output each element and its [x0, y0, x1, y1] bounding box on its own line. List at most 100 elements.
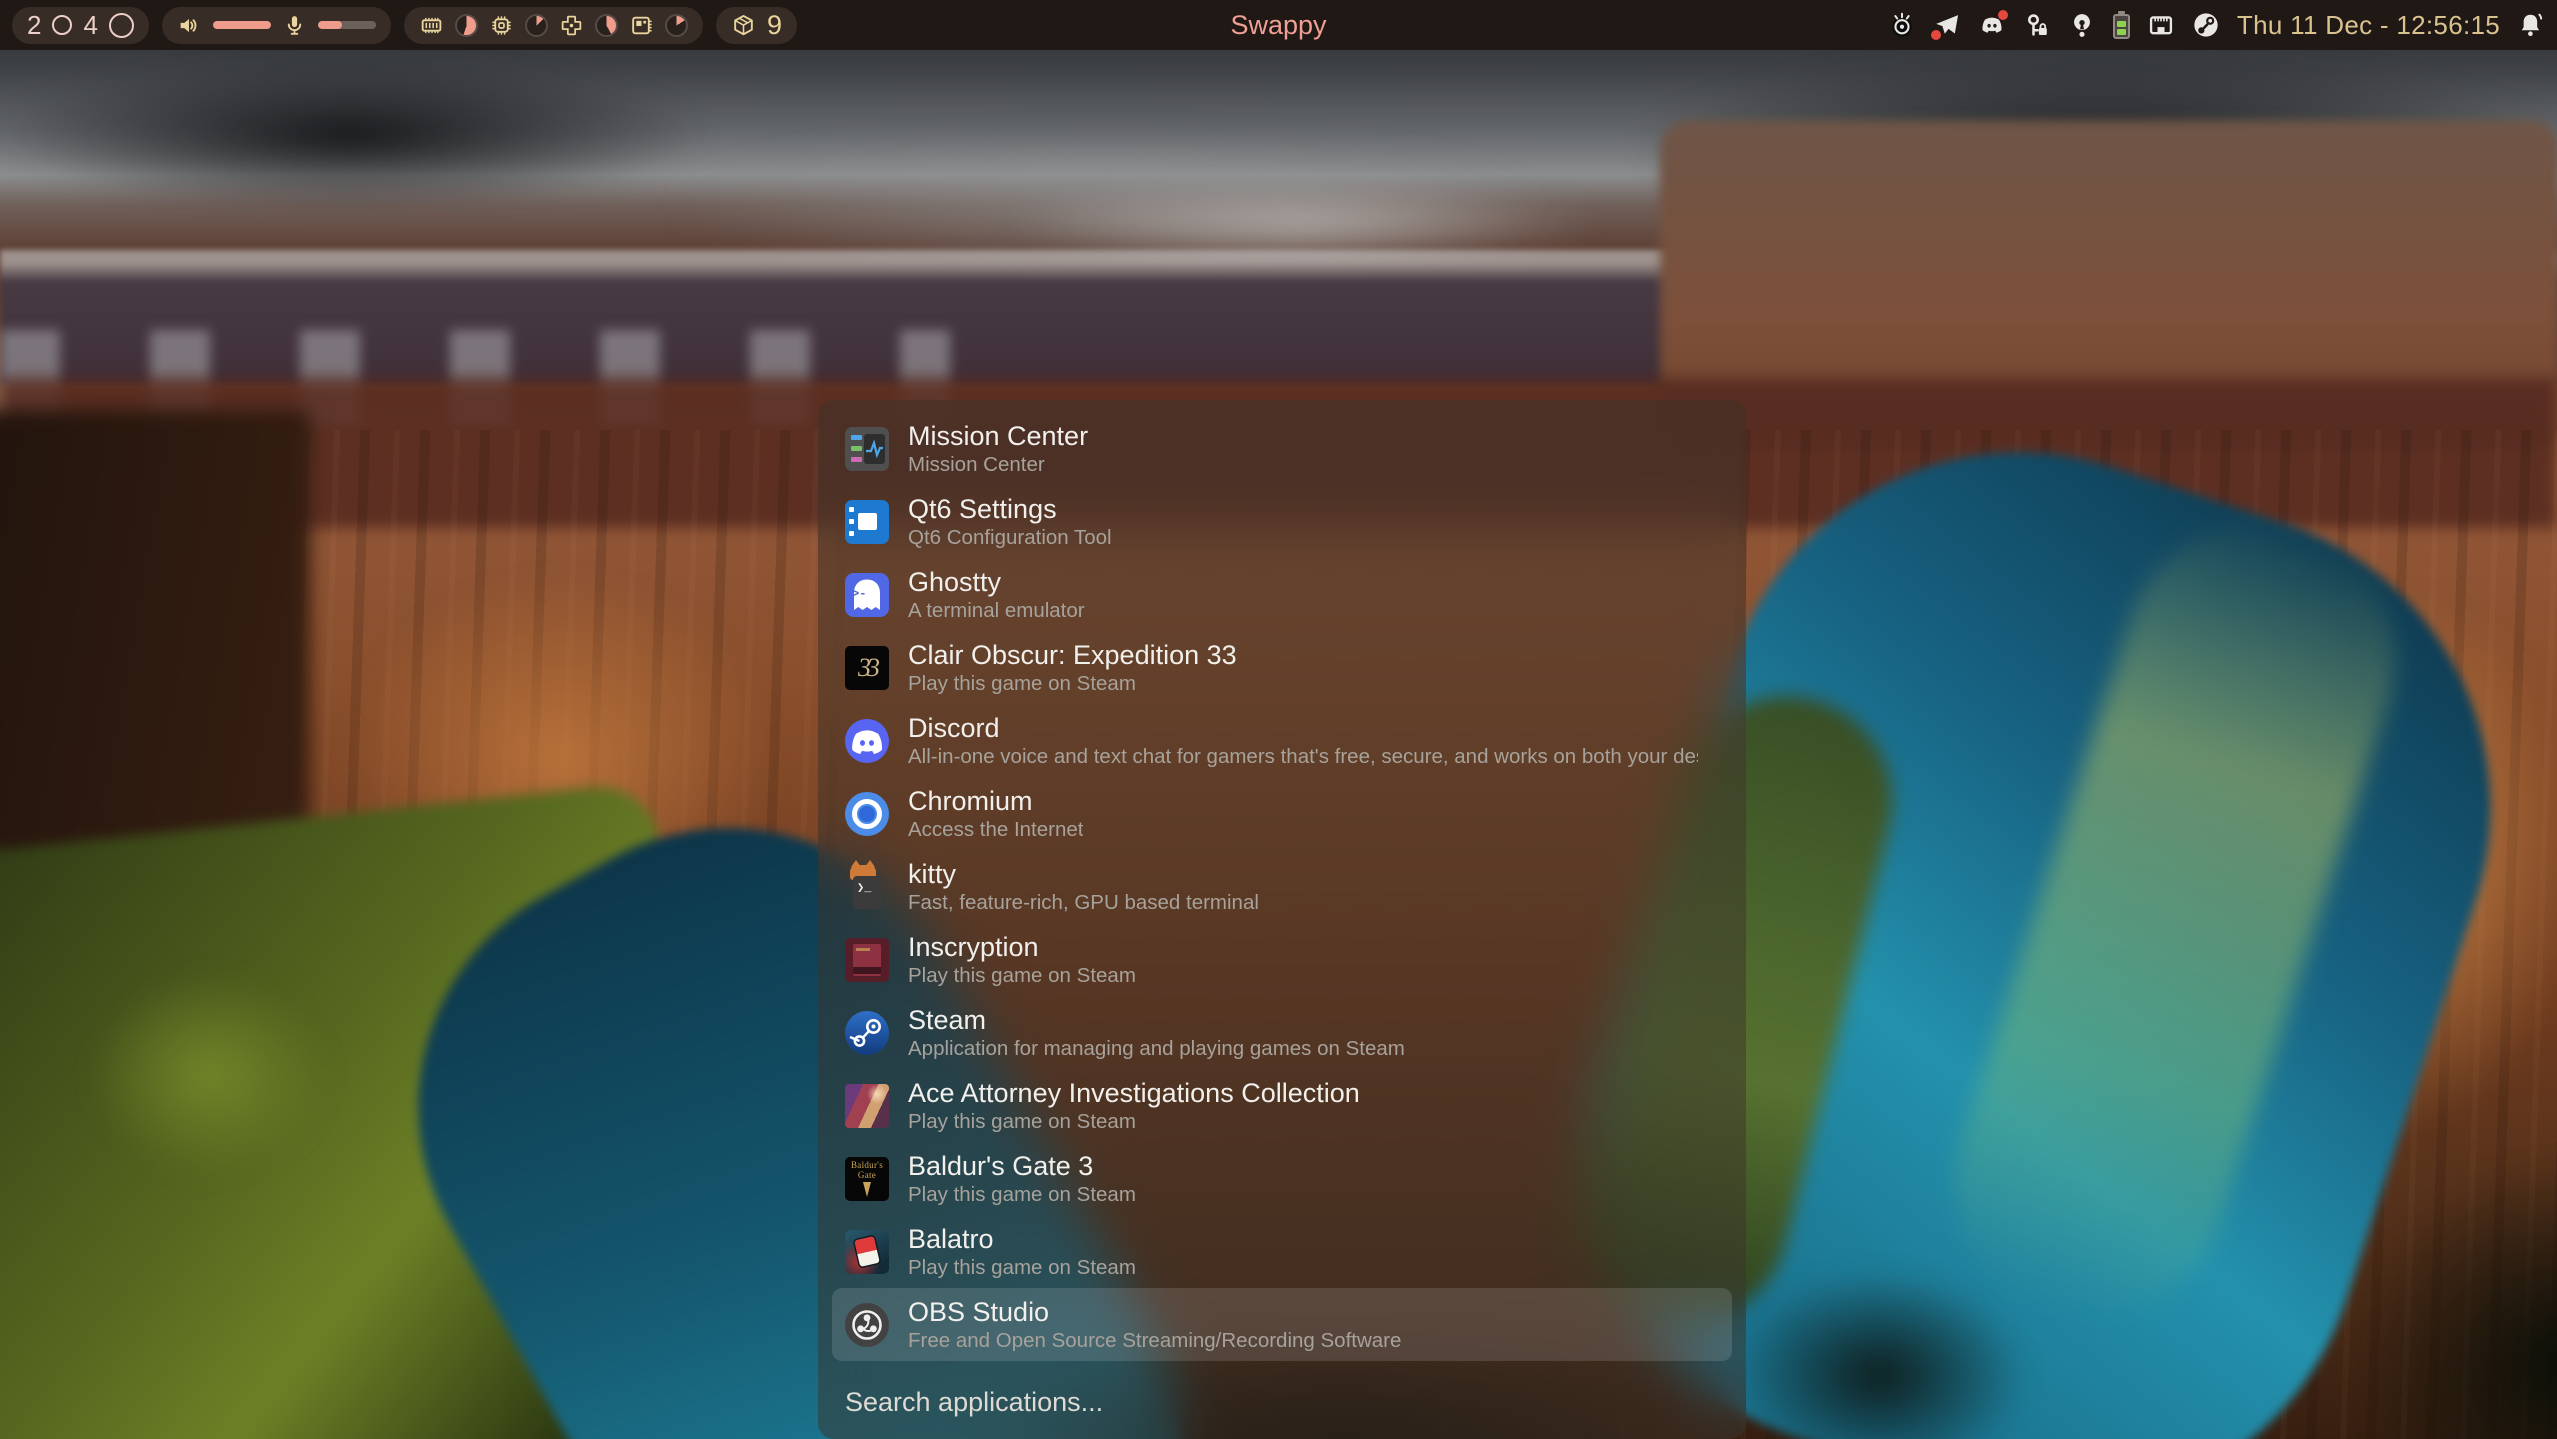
audio-pill — [162, 7, 391, 44]
app-description: Play this game on Steam — [908, 1182, 1136, 1207]
app-name: Qt6 Settings — [908, 493, 1112, 525]
app-name: Clair Obscur: Expedition 33 — [908, 639, 1237, 671]
steam-icon — [845, 1011, 889, 1055]
baldurs-gate-3-icon: Baldur's Gate — [845, 1157, 889, 1201]
app-description: Free and Open Source Streaming/Recording… — [908, 1328, 1401, 1353]
package-icon — [731, 13, 756, 38]
volume-slider-fill — [213, 21, 271, 29]
keepassxc-tray-icon[interactable] — [2023, 11, 2051, 39]
kitty-prompt-glyph: ❯_ — [857, 880, 871, 895]
ghostty-prompt-glyph: >- — [852, 587, 866, 601]
discord-tray-icon[interactable] — [1978, 11, 2006, 39]
volume-slider[interactable] — [213, 21, 271, 29]
workspace-active-dot-icon[interactable] — [109, 13, 134, 38]
telegram-notification-dot — [1931, 30, 1941, 40]
steelseries-tray-icon[interactable] — [1888, 11, 1916, 39]
mic-slider-fill — [318, 21, 342, 29]
kitty-icon: ❯_ — [845, 865, 889, 909]
app-description: Play this game on Steam — [908, 1255, 1136, 1280]
app-row-balatro[interactable]: Balatro Play this game on Steam — [832, 1215, 1732, 1288]
notifications-bell-icon[interactable] — [2517, 11, 2545, 39]
app-name: Balatro — [908, 1223, 1136, 1255]
telegram-tray-icon[interactable] — [1933, 11, 1961, 39]
cpu-usage-pie[interactable] — [525, 14, 548, 37]
bg3-title-glyph: Baldur's Gate — [845, 1160, 889, 1180]
updates-pill[interactable]: 9 — [716, 7, 797, 44]
clair-obscur-33-glyph: 33 — [858, 653, 876, 683]
app-name: Baldur's Gate 3 — [908, 1150, 1136, 1182]
balatro-icon — [845, 1230, 889, 1274]
search-input[interactable]: Search applications... — [845, 1387, 1746, 1418]
app-row-mission-center[interactable]: Mission Center Mission Center — [832, 412, 1732, 485]
ethernet-tray-icon[interactable] — [2147, 11, 2175, 39]
app-description: A terminal emulator — [908, 598, 1085, 623]
discord-icon — [845, 719, 889, 763]
workspace-2[interactable]: 2 — [27, 12, 41, 38]
app-row-baldurs-gate-3[interactable]: Baldur's Gate Baldur's Gate 3 Play this … — [832, 1142, 1732, 1215]
inscryption-icon — [845, 938, 889, 982]
bar-right-cluster: Thu 11 Dec - 12:56:15 — [1888, 10, 2545, 41]
app-name: Ace Attorney Investigations Collection — [908, 1077, 1360, 1109]
bar-left-cluster: 2 4 — [12, 7, 797, 44]
app-description: Mission Center — [908, 452, 1088, 477]
app-row-clair-obscur[interactable]: 33 Clair Obscur: Expedition 33 Play this… — [832, 631, 1732, 704]
app-description: Qt6 Configuration Tool — [908, 525, 1112, 550]
app-description: Access the Internet — [908, 817, 1083, 842]
app-row-steam[interactable]: Steam Application for managing and playi… — [832, 996, 1732, 1069]
system-monitor-pill — [404, 7, 703, 44]
steam-tray-icon[interactable] — [2192, 11, 2220, 39]
ace-attorney-icon — [845, 1084, 889, 1128]
obs-studio-icon — [845, 1303, 889, 1347]
desktop: 2 4 — [0, 0, 2557, 1439]
clock[interactable]: Thu 11 Dec - 12:56:15 — [2237, 10, 2500, 41]
wallpaper-green-patch — [50, 940, 370, 1210]
ghostty-icon: >- — [845, 573, 889, 617]
focused-window-title: Swappy — [1230, 10, 1326, 41]
disk-icon[interactable] — [629, 13, 654, 38]
mic-slider[interactable] — [318, 21, 376, 29]
microphone-icon[interactable] — [282, 13, 307, 38]
app-name: Ghostty — [908, 566, 1085, 598]
app-description: Play this game on Steam — [908, 1109, 1360, 1134]
clair-obscur-icon: 33 — [845, 646, 889, 690]
app-name: Inscryption — [908, 931, 1136, 963]
app-description: Play this game on Steam — [908, 963, 1136, 988]
app-description: Fast, feature-rich, GPU based terminal — [908, 890, 1259, 915]
top-bar: 2 4 — [0, 0, 2557, 50]
app-name: OBS Studio — [908, 1296, 1401, 1328]
app-row-inscryption[interactable]: Inscryption Play this game on Steam — [832, 923, 1732, 996]
speaker-icon[interactable] — [177, 13, 202, 38]
chromium-icon — [845, 792, 889, 836]
memory-usage-pie[interactable] — [455, 14, 478, 37]
app-row-ace-attorney[interactable]: Ace Attorney Investigations Collection P… — [832, 1069, 1732, 1142]
app-row-obs-studio[interactable]: OBS Studio Free and Open Source Streamin… — [832, 1288, 1732, 1361]
battery-indicator[interactable] — [2113, 14, 2130, 39]
wallpaper-bottom-right-shadow — [2300, 1100, 2557, 1439]
disk-usage-pie[interactable] — [665, 14, 688, 37]
app-name: Discord — [908, 712, 1698, 744]
mission-center-icon — [845, 427, 889, 471]
app-name: kitty — [908, 858, 1259, 890]
app-launcher-panel: Mission Center Mission Center Qt6 Settin… — [818, 400, 1746, 1439]
workspace-4[interactable]: 4 — [83, 12, 97, 38]
app-row-ghostty[interactable]: >- Ghostty A terminal emulator — [832, 558, 1732, 631]
keyring-tray-icon[interactable] — [2068, 11, 2096, 39]
app-row-discord[interactable]: Discord All-in-one voice and text chat f… — [832, 704, 1732, 777]
app-row-qt6-settings[interactable]: Qt6 Settings Qt6 Configuration Tool — [832, 485, 1732, 558]
workspace-dot-icon[interactable] — [52, 15, 72, 35]
app-name: Mission Center — [908, 420, 1088, 452]
updates-count: 9 — [767, 12, 782, 39]
workspace-pill[interactable]: 2 4 — [12, 7, 149, 44]
gpu-usage-pie[interactable] — [595, 14, 618, 37]
app-name: Steam — [908, 1004, 1405, 1036]
qt6-settings-icon — [845, 500, 889, 544]
cpu-icon[interactable] — [489, 13, 514, 38]
app-row-kitty[interactable]: ❯_ kitty Fast, feature-rich, GPU based t… — [832, 850, 1732, 923]
app-row-chromium[interactable]: Chromium Access the Internet — [832, 777, 1732, 850]
app-description: All-in-one voice and text chat for gamer… — [908, 744, 1698, 769]
memory-icon[interactable] — [419, 13, 444, 38]
gpu-icon[interactable] — [559, 13, 584, 38]
app-name: Chromium — [908, 785, 1083, 817]
app-description: Play this game on Steam — [908, 671, 1237, 696]
app-description: Application for managing and playing gam… — [908, 1036, 1405, 1061]
